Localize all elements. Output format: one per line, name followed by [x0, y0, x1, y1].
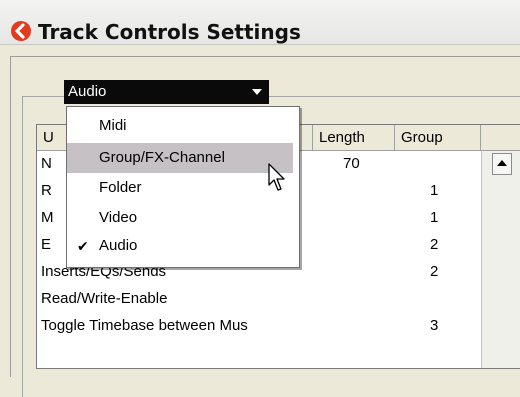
row-group: 2: [430, 236, 439, 253]
track-type-value: Audio: [68, 83, 107, 100]
column-header-blank: [481, 125, 520, 151]
row-name: R: [41, 182, 52, 199]
row-name: M: [41, 209, 54, 226]
menu-item-label: Audio: [99, 237, 138, 254]
menu-item-group-fx-channel[interactable]: Group/FX-Channel: [67, 143, 293, 173]
row-group: 1: [430, 209, 439, 226]
menu-item-label: Midi: [99, 117, 127, 134]
column-header-group[interactable]: Group: [395, 125, 481, 151]
menu-item-label: Group/FX-Channel: [99, 149, 225, 166]
row-name: E: [41, 236, 52, 253]
table-row[interactable]: Toggle Timebase between Mus 3: [37, 315, 477, 339]
row-length: 70: [343, 155, 360, 172]
track-type-menu: Midi Group/FX-Channel Folder Video ✔ Aud…: [66, 106, 300, 268]
menu-item-video[interactable]: Video: [67, 203, 293, 233]
row-name: Read/Write-Enable: [41, 290, 168, 307]
menu-item-audio[interactable]: ✔ Audio: [67, 231, 293, 261]
window-title: Track Controls Settings: [38, 20, 301, 44]
menu-item-midi[interactable]: Midi: [67, 111, 293, 141]
row-name: N: [41, 155, 52, 172]
menu-item-folder[interactable]: Folder: [67, 173, 293, 203]
checkmark-icon: ✔: [77, 238, 89, 254]
vertical-scrollbar[interactable]: [481, 151, 520, 368]
row-group: 2: [430, 263, 439, 280]
table-row[interactable]: Read/Write-Enable: [37, 288, 477, 312]
menu-item-label: Folder: [99, 179, 142, 196]
menu-item-label: Video: [99, 209, 138, 226]
row-name: Toggle Timebase between Mus: [41, 317, 248, 334]
track-type-select[interactable]: Audio: [64, 80, 269, 104]
scroll-up-arrow-icon[interactable]: [492, 153, 512, 175]
column-header-length[interactable]: Length: [313, 125, 395, 151]
cubase-logo-icon: [10, 20, 32, 47]
row-group: 3: [430, 317, 439, 334]
mouse-pointer-icon: [268, 163, 288, 198]
chevron-down-icon: [252, 89, 262, 95]
row-group: 1: [430, 182, 439, 199]
title-bar: Track Controls Settings: [0, 0, 520, 45]
